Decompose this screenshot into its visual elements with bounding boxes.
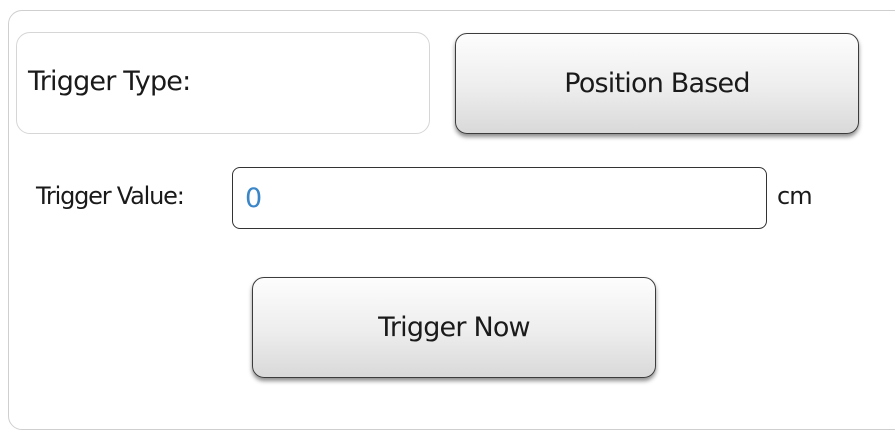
trigger-value-unit: cm [777, 182, 813, 210]
trigger-now-button[interactable]: Trigger Now [252, 277, 656, 378]
trigger-type-label: Trigger Type: [28, 66, 191, 97]
trigger-type-button[interactable]: Position Based [455, 33, 859, 134]
trigger-value-label: Trigger Value: [36, 182, 185, 210]
trigger-value-input[interactable] [232, 167, 767, 229]
